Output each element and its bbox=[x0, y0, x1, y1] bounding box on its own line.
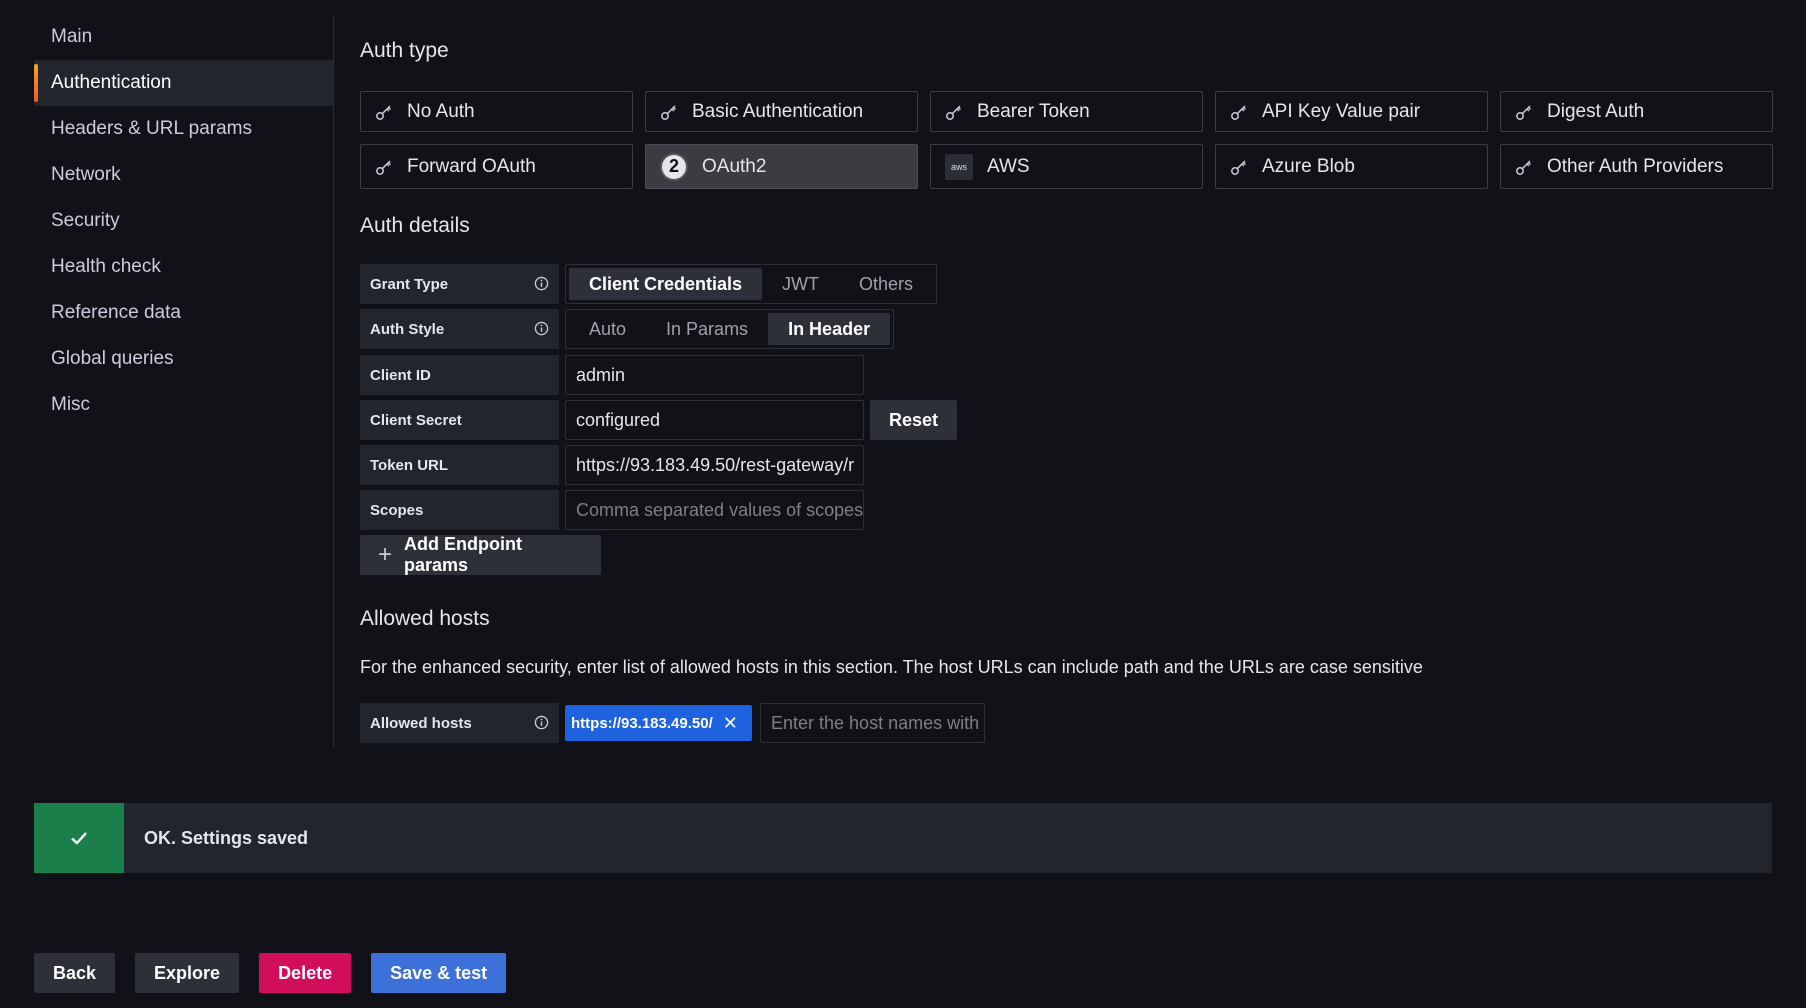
allowed-host-chip-label: https://93.183.49.50/ bbox=[571, 714, 713, 732]
auth-type-title: Auth type bbox=[360, 39, 449, 62]
client-id-input[interactable]: admin bbox=[565, 355, 864, 395]
close-icon[interactable]: ✕ bbox=[723, 713, 738, 734]
scopes-label: Scopes bbox=[360, 490, 559, 530]
auth-style-label: Auth Style bbox=[360, 309, 559, 349]
sidebar-item-headers-url-params[interactable]: Headers & URL params bbox=[34, 106, 333, 152]
auth-option-label: Bearer Token bbox=[977, 100, 1090, 122]
auth-option-basic-authentication[interactable]: Basic Authentication bbox=[645, 91, 918, 132]
auth-option-label: Basic Authentication bbox=[692, 100, 864, 122]
key-icon bbox=[376, 159, 392, 175]
auth-option-api-key-value-pair[interactable]: API Key Value pair bbox=[1215, 91, 1488, 132]
auth-option-label: API Key Value pair bbox=[1262, 100, 1421, 122]
plus-icon: + bbox=[378, 541, 393, 568]
auth-style-auto[interactable]: Auto bbox=[569, 313, 646, 345]
allowed-hosts-row: Allowed hosts https://93.183.49.50/ ✕ En… bbox=[360, 703, 985, 743]
explore-button[interactable]: Explore bbox=[135, 953, 240, 993]
grant-type-client-credentials[interactable]: Client Credentials bbox=[569, 268, 763, 300]
sidebar-item-security[interactable]: Security bbox=[34, 198, 333, 244]
auth-option-no-auth[interactable]: No Auth bbox=[360, 91, 633, 132]
grant-type-label-text: Grant Type bbox=[370, 275, 449, 293]
add-endpoint-params-button[interactable]: + Add Endpoint params bbox=[360, 534, 601, 575]
allowed-hosts-label: Allowed hosts bbox=[360, 703, 559, 743]
auth-style-in-header[interactable]: In Header bbox=[768, 313, 891, 345]
key-icon bbox=[1516, 104, 1532, 120]
auth-option-forward-oauth[interactable]: Forward OAuth bbox=[360, 144, 633, 189]
sidebar-item-network[interactable]: Network bbox=[34, 152, 333, 198]
auth-style-radio-group: Auto In Params In Header bbox=[565, 309, 895, 349]
sidebar-item-authentication[interactable]: Authentication bbox=[34, 60, 333, 106]
add-endpoint-params-label: Add Endpoint params bbox=[404, 534, 522, 575]
grant-type-jwt[interactable]: JWT bbox=[762, 268, 839, 300]
auth-details-title: Auth details bbox=[360, 214, 470, 237]
sidebar-item-main[interactable]: Main bbox=[34, 14, 333, 60]
auth-option-other-auth-providers[interactable]: Other Auth Providers bbox=[1500, 144, 1773, 189]
auth-option-azure-blob[interactable]: Azure Blob bbox=[1215, 144, 1488, 189]
footer-actions: Back Explore Delete Save & test bbox=[34, 953, 507, 993]
allowed-hosts-label-text: Allowed hosts bbox=[370, 714, 472, 732]
sidebar-item-health-check[interactable]: Health check bbox=[34, 244, 333, 290]
info-icon[interactable] bbox=[534, 276, 549, 291]
auth-option-label: Azure Blob bbox=[1262, 155, 1355, 177]
delete-button[interactable]: Delete bbox=[259, 953, 352, 993]
token-url-input[interactable]: https://93.183.49.50/rest-gateway/r bbox=[565, 445, 864, 485]
scopes-row: Scopes Comma separated values of scopes bbox=[360, 490, 864, 530]
client-secret-row: Client Secret configured Reset bbox=[360, 400, 958, 440]
sidebar-item-reference-data[interactable]: Reference data bbox=[34, 290, 333, 336]
auth-style-in-params[interactable]: In Params bbox=[646, 313, 768, 345]
key-icon bbox=[1516, 159, 1532, 175]
grant-type-row: Grant Type Client Credentials JWT Others bbox=[360, 264, 938, 304]
auth-option-aws[interactable]: aws AWS bbox=[930, 144, 1203, 189]
allowed-hosts-title: Allowed hosts bbox=[360, 607, 490, 630]
info-icon[interactable] bbox=[534, 715, 549, 730]
auth-style-row: Auth Style Auto In Params In Header bbox=[360, 309, 895, 349]
oauth2-icon: 2 bbox=[660, 152, 688, 181]
auth-option-label: OAuth2 bbox=[702, 155, 767, 177]
token-url-label: Token URL bbox=[360, 445, 559, 485]
auth-option-bearer-token[interactable]: Bearer Token bbox=[930, 91, 1203, 132]
auth-option-label: Forward OAuth bbox=[407, 155, 536, 177]
save-test-button[interactable]: Save & test bbox=[371, 953, 507, 993]
aws-icon: aws bbox=[945, 153, 973, 180]
client-secret-label: Client Secret bbox=[360, 400, 559, 440]
grant-type-label: Grant Type bbox=[360, 264, 559, 304]
auth-option-digest-auth[interactable]: Digest Auth bbox=[1500, 91, 1773, 132]
info-icon[interactable] bbox=[534, 321, 549, 336]
auth-option-oauth2[interactable]: 2 OAuth2 bbox=[645, 144, 918, 189]
scopes-input[interactable]: Comma separated values of scopes bbox=[565, 490, 864, 530]
auth-type-grid: No Auth Basic Authentication Bearer Toke… bbox=[360, 91, 1773, 189]
check-icon bbox=[34, 803, 124, 873]
key-icon bbox=[946, 104, 962, 120]
allowed-hosts-description: For the enhanced security, enter list of… bbox=[360, 657, 1423, 677]
reset-button[interactable]: Reset bbox=[870, 400, 958, 440]
back-button[interactable]: Back bbox=[34, 953, 116, 993]
key-icon bbox=[1231, 159, 1247, 175]
auth-option-label: Other Auth Providers bbox=[1547, 155, 1724, 177]
grant-type-radio-group: Client Credentials JWT Others bbox=[565, 264, 938, 304]
grant-type-others[interactable]: Others bbox=[839, 268, 933, 300]
auth-option-label: Digest Auth bbox=[1547, 100, 1645, 122]
auth-option-label: AWS bbox=[987, 155, 1030, 177]
sidebar-item-misc[interactable]: Misc bbox=[34, 382, 333, 428]
client-secret-input[interactable]: configured bbox=[565, 400, 864, 440]
auth-option-label: No Auth bbox=[407, 100, 475, 122]
sidebar-item-global-queries[interactable]: Global queries bbox=[34, 336, 333, 382]
allowed-hosts-input[interactable]: Enter the host names with bbox=[760, 703, 985, 743]
allowed-host-chip: https://93.183.49.50/ ✕ bbox=[565, 705, 752, 741]
client-id-label: Client ID bbox=[360, 355, 559, 395]
token-url-row: Token URL https://93.183.49.50/rest-gate… bbox=[360, 445, 864, 485]
success-alert: OK. Settings saved bbox=[34, 803, 1772, 873]
key-icon bbox=[1231, 104, 1247, 120]
key-icon bbox=[661, 104, 677, 120]
alert-message: OK. Settings saved bbox=[144, 827, 309, 848]
auth-style-label-text: Auth Style bbox=[370, 320, 445, 338]
settings-sidebar: Main Authentication Headers & URL params… bbox=[34, 14, 334, 748]
key-icon bbox=[376, 104, 392, 120]
client-id-row: Client ID admin bbox=[360, 355, 864, 395]
